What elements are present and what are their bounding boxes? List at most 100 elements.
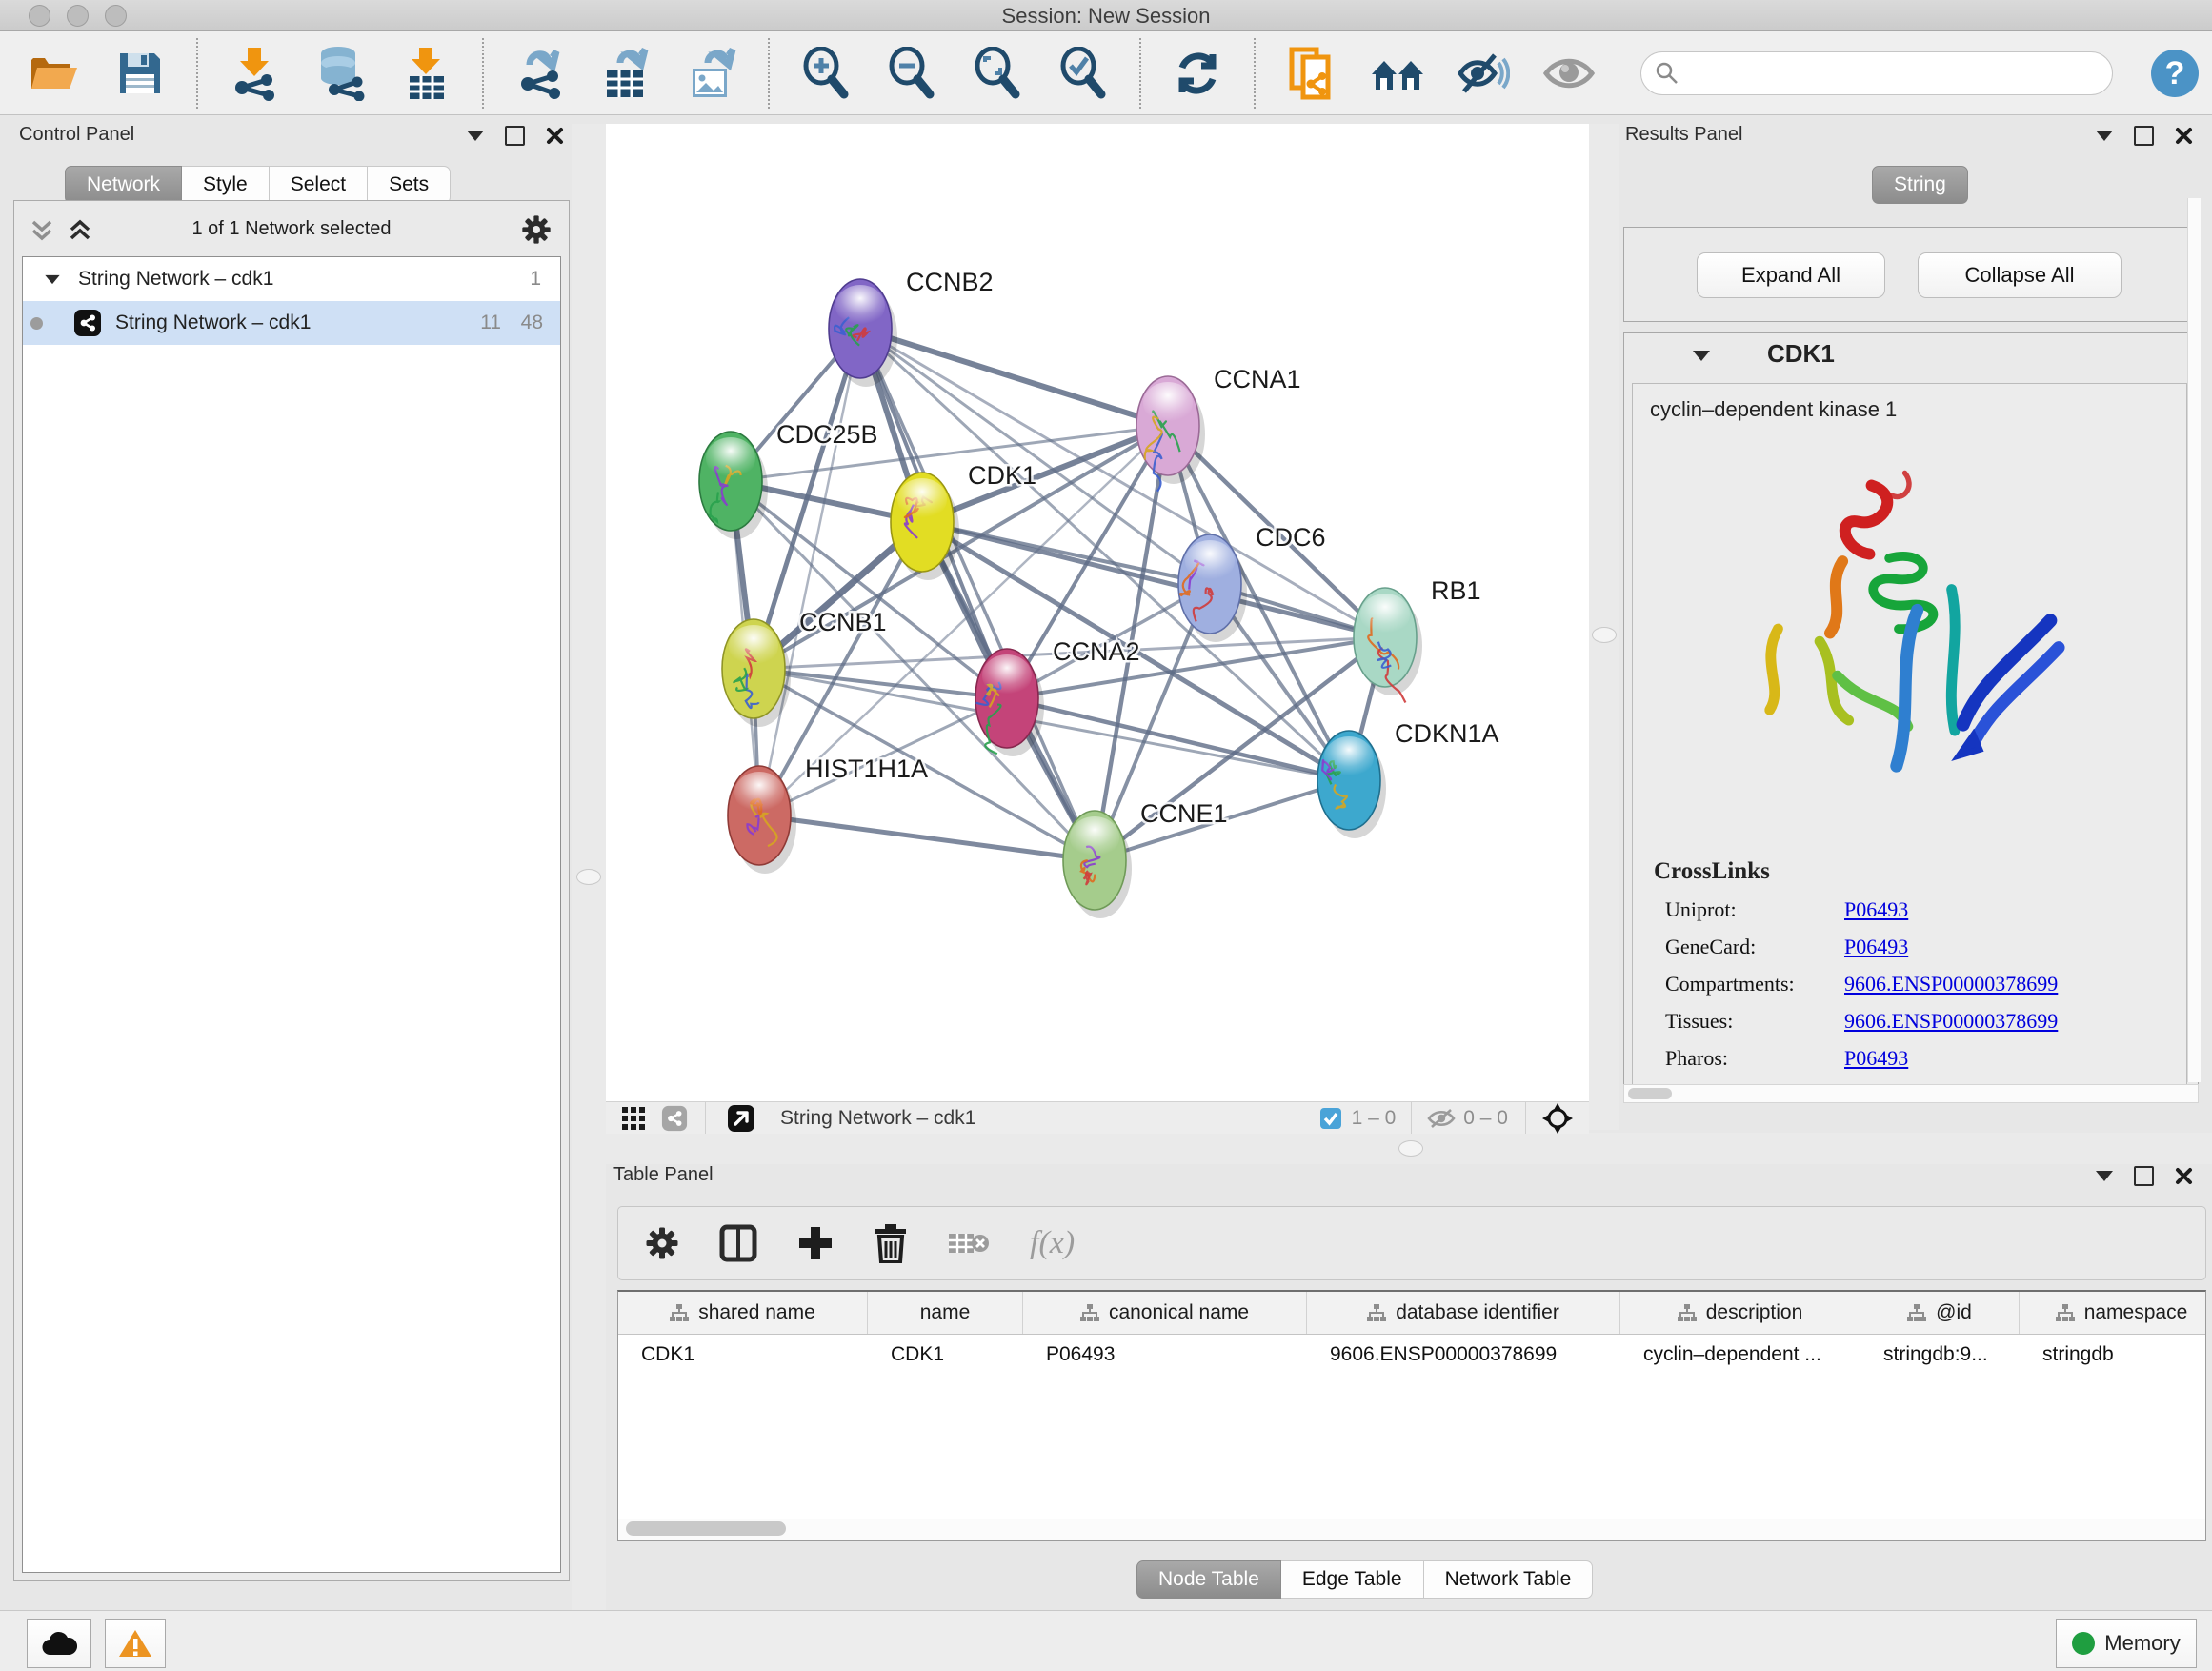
delete-table-button[interactable] [948,1228,990,1258]
table-cell[interactable]: CDK1 [618,1343,868,1366]
collapse-panel-icon[interactable] [2096,1171,2113,1181]
close-panel-icon[interactable] [2175,127,2193,145]
left-splitter[interactable] [572,124,606,1610]
table-cell[interactable]: stringdb:9... [1860,1343,2020,1366]
hide-details-button[interactable] [1454,42,1513,105]
table-settings-button[interactable] [645,1226,679,1260]
zoom-selected-button[interactable] [1054,42,1113,105]
save-session-button[interactable] [111,42,170,105]
help-button[interactable]: ? [2151,50,2199,97]
network-row[interactable]: String Network – cdk1 11 48 [23,301,560,345]
table-cell[interactable]: P06493 [1023,1343,1307,1366]
expand-all-button[interactable]: Expand All [1697,252,1885,298]
network-node-RB1[interactable]: RB1 [1354,576,1481,702]
crosslink-value-link[interactable]: 9606.ENSP00000378699 [1844,1009,2058,1034]
cloud-button[interactable] [27,1619,91,1668]
float-panel-icon[interactable] [505,126,525,146]
export-image-button[interactable] [682,42,741,105]
share-view-icon[interactable] [661,1105,688,1132]
zoom-in-button[interactable] [796,42,855,105]
column-header-namespace[interactable]: namespace [2020,1292,2206,1334]
network-node-CDC25B[interactable]: CDC25B [699,420,878,539]
column-header-name[interactable]: name [868,1292,1023,1334]
show-details-button[interactable] [1539,42,1599,105]
edge-CCNB2-CCNA1[interactable] [860,329,1168,426]
fit-target-icon[interactable] [1541,1102,1574,1135]
right-splitter[interactable] [1589,124,1619,1130]
left-splitter-handle[interactable] [576,869,601,885]
search-input[interactable] [1679,62,2083,86]
network-node-CCNB2[interactable]: CCNB2 [829,268,994,387]
import-network-file-button[interactable] [225,42,284,105]
network-options-gear-icon[interactable] [521,214,552,245]
tab-node[interactable]: Node Table [1136,1560,1281,1599]
results-hscrollbar[interactable] [1623,1084,2199,1103]
tab-sets[interactable]: Sets [368,166,451,204]
tab-select[interactable]: Select [270,166,368,204]
network-node-HIST1H1A[interactable]: HIST1H1A [728,755,928,874]
tab-network[interactable]: Network [65,166,182,204]
network-node-CDKN1A[interactable]: CDKN1A [1317,719,1499,838]
apply-layout-button[interactable] [1168,42,1227,105]
import-network-database-button[interactable] [311,42,370,105]
column-header-shared-name[interactable]: shared name [618,1292,868,1334]
crosslink-value-link[interactable]: 9606.ENSP00000378699 [1844,972,2058,997]
delete-column-button[interactable] [874,1223,908,1263]
tab-style[interactable]: Style [182,166,270,204]
column-header--id[interactable]: @id [1860,1292,2020,1334]
tab-edge[interactable]: Edge Table [1281,1560,1424,1599]
add-column-button[interactable] [797,1225,834,1261]
selected-checkbox[interactable] [1319,1107,1342,1130]
gene-collapse-icon[interactable] [1693,351,1710,361]
function-builder-button[interactable]: f(x) [1030,1225,1075,1261]
table-row[interactable]: CDK1CDK1P064939606.ENSP00000378699cyclin… [618,1335,2205,1375]
column-header-canonical-name[interactable]: canonical name [1023,1292,1307,1334]
collapse-panel-icon[interactable] [467,131,484,141]
column-header-description[interactable]: description [1620,1292,1860,1334]
table-hscrollbar[interactable] [618,1519,2205,1540]
crosslink-value-link[interactable]: P06493 [1844,935,1908,959]
duplicate-network-button[interactable] [1282,42,1341,105]
close-panel-icon[interactable] [2175,1167,2193,1185]
show-columns-button[interactable] [719,1224,757,1262]
right-splitter-handle[interactable] [1592,627,1617,643]
results-hscroll-thumb[interactable] [1628,1088,1672,1099]
crosslink-value-link[interactable]: P06493 [1844,897,1908,922]
collapse-all-button[interactable]: Collapse All [1918,252,2122,298]
bottom-splitter[interactable] [606,1133,2212,1164]
close-panel-icon[interactable] [546,127,564,145]
collapse-panel-icon[interactable] [2096,131,2113,141]
search-field[interactable] [1640,51,2113,95]
network-node-CCNE1[interactable]: CCNE1 [1063,799,1228,918]
node-table[interactable]: shared namenamecanonical namedatabase id… [617,1290,2206,1541]
warnings-button[interactable] [105,1619,166,1668]
memory-button[interactable]: Memory [2056,1619,2197,1668]
zoom-out-button[interactable] [882,42,941,105]
tab-network[interactable]: Network Table [1424,1560,1594,1599]
crosslink-value-link[interactable]: P06493 [1844,1046,1908,1071]
edge-HIST1H1A-CCNE1[interactable] [759,815,1095,860]
tree-expand-icon[interactable] [45,274,59,283]
table-hscroll-thumb[interactable] [626,1521,786,1536]
table-cell[interactable]: 9606.ENSP00000378699 [1307,1343,1620,1366]
tab-string[interactable]: String [1872,166,1968,204]
bottom-splitter-handle[interactable] [1398,1140,1423,1157]
column-header-database-identifier[interactable]: database identifier [1307,1292,1620,1334]
grid-view-icon[interactable] [621,1106,646,1131]
open-session-button[interactable] [25,42,84,105]
network-node-CDC6[interactable]: CDC6 [1178,523,1326,642]
table-cell[interactable]: cyclin–dependent ... [1620,1343,1860,1366]
float-panel-icon[interactable] [2134,1166,2154,1186]
zoom-fit-button[interactable] [968,42,1027,105]
network-collection-row[interactable]: String Network – cdk1 1 [23,257,560,301]
network-canvas[interactable]: CCNB2CCNA1CDC25BCDK1CDC6RB1CCNB1CCNA2CDK… [606,124,1589,1101]
import-table-button[interactable] [396,42,455,105]
export-network-button[interactable] [511,42,570,105]
hidden-eye-icon[interactable] [1427,1107,1456,1130]
table-cell[interactable]: CDK1 [868,1343,1023,1366]
table-cell[interactable]: stringdb [2020,1343,2206,1366]
float-panel-icon[interactable] [2134,126,2154,146]
birdseye-view-icon[interactable] [727,1104,755,1133]
first-neighbors-button[interactable] [1368,42,1427,105]
export-table-button[interactable] [596,42,655,105]
